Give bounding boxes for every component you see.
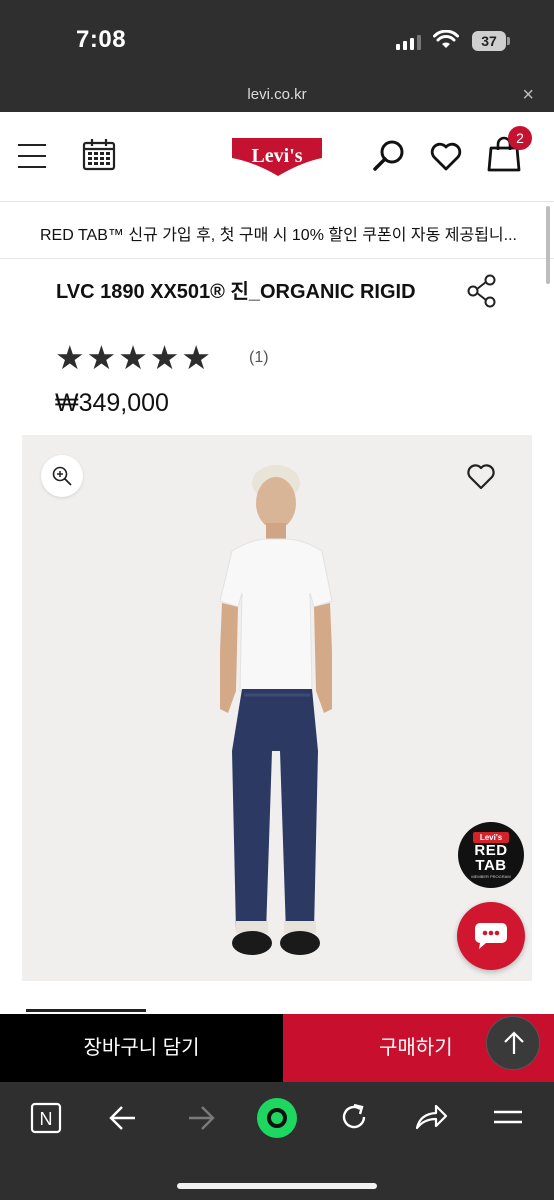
product-title: LVC 1890 XX501® 진_ORGANIC RIGID: [56, 281, 416, 303]
red-tab-badge[interactable]: Levi's RED TAB MEMBER PROGRAM: [458, 822, 524, 888]
star-icon: ★: [86, 339, 117, 376]
wifi-icon: [433, 30, 459, 48]
status-time: 7:08: [76, 26, 127, 53]
star-icon: ★: [149, 339, 180, 376]
heart-icon[interactable]: [430, 142, 462, 172]
chat-button[interactable]: [457, 902, 525, 970]
scrollbar[interactable]: [546, 206, 550, 284]
levis-logo[interactable]: Levi's: [230, 136, 326, 178]
star-icon: ★: [118, 339, 148, 376]
home-indicator[interactable]: [177, 1183, 377, 1189]
product-price: ₩349,000: [55, 389, 169, 417]
zoom-button[interactable]: [41, 455, 83, 497]
redtab-line-2: TAB: [475, 857, 507, 874]
signal-icon: [396, 34, 421, 50]
record-icon[interactable]: [255, 1096, 299, 1140]
chat-bubble-icon: [475, 923, 507, 949]
status-bar: 7:08 37: [0, 0, 554, 78]
arrow-up-icon: [504, 1031, 524, 1054]
review-count[interactable]: (1): [249, 349, 269, 367]
share-icon[interactable]: [466, 274, 498, 308]
share-icon[interactable]: [414, 1102, 448, 1132]
calendar-icon[interactable]: [82, 138, 116, 172]
notion-icon[interactable]: N: [30, 1102, 62, 1134]
redtab-sub-text: MEMBER PROGRAM: [471, 874, 511, 879]
star-icon: ★: [181, 339, 211, 376]
menu-icon[interactable]: [492, 1108, 524, 1126]
buy-now-label: 구매하기: [379, 1037, 453, 1059]
back-arrow-icon[interactable]: [108, 1104, 138, 1132]
url-bar[interactable]: levi.co.kr ×: [0, 78, 554, 112]
add-to-cart-button[interactable]: 장바구니 담기: [0, 1014, 283, 1082]
search-icon[interactable]: [372, 139, 406, 173]
notion-letter: N: [40, 1109, 53, 1129]
close-icon[interactable]: ×: [522, 84, 534, 107]
star-icon: ★: [55, 339, 85, 376]
hamburger-menu-icon[interactable]: [18, 142, 46, 168]
promo-text[interactable]: RED TAB™ 신규 가입 후, 첫 구매 시 10% 할인 쿠폰이 자동 제…: [40, 221, 517, 245]
scroll-to-top-button[interactable]: [486, 1016, 540, 1070]
battery-indicator: 37: [472, 31, 506, 51]
battery-tip: [507, 37, 510, 45]
forward-arrow-icon[interactable]: [186, 1104, 216, 1132]
active-tab-indicator: [26, 1009, 146, 1012]
rating-stars: ★ ★ ★ ★ ★: [55, 341, 211, 375]
url-domain[interactable]: levi.co.kr: [0, 86, 554, 103]
cart-count-badge: 2: [508, 126, 532, 150]
redtab-main-text: RED TAB: [458, 843, 524, 873]
redtab-line-1: RED: [474, 842, 508, 859]
model-photo: [219, 465, 333, 955]
reload-icon[interactable]: [338, 1101, 370, 1133]
promo-banner[interactable]: RED TAB™ 신규 가입 후, 첫 구매 시 10% 할인 쿠폰이 자동 제…: [0, 203, 554, 259]
site-header: Levi's 2: [0, 112, 554, 202]
product-image[interactable]: [22, 435, 532, 981]
logo-text: Levi's: [251, 145, 302, 167]
zoom-in-icon: [52, 466, 72, 486]
wishlist-heart-icon[interactable]: [466, 463, 496, 491]
